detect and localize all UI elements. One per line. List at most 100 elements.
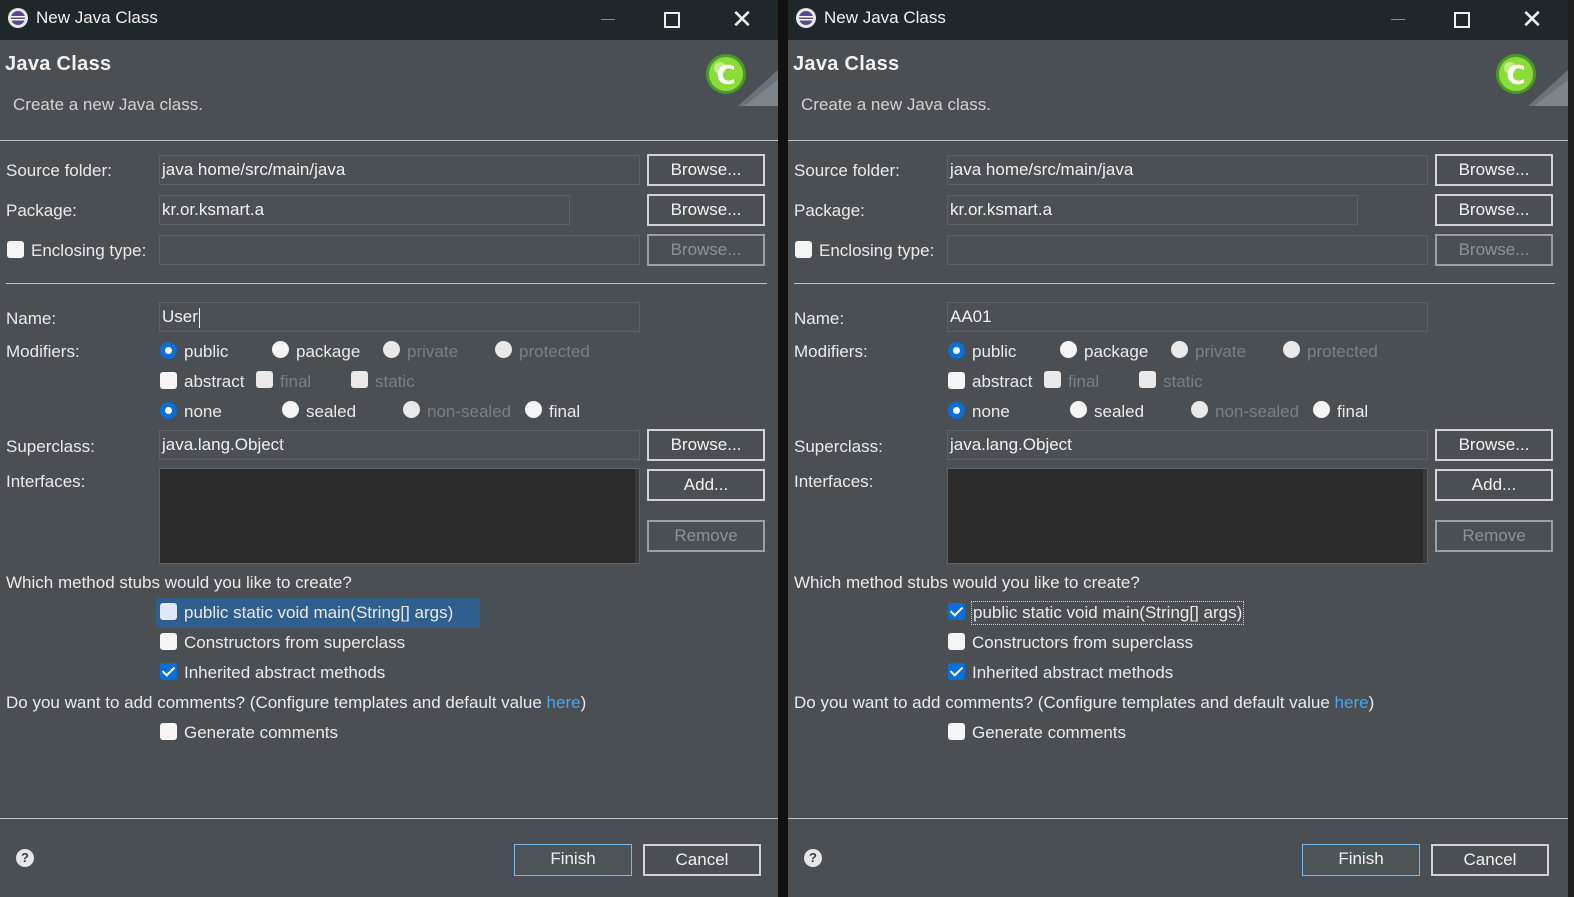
sealing-final-label: final [549,402,581,421]
modifier-public-radio[interactable] [160,342,177,359]
enclosing-browse-button[interactable]: Browse... [1435,234,1553,266]
sealing-none-radio[interactable] [948,402,965,419]
package-field[interactable]: kr.or.ksmart.a [159,195,570,225]
package-browse-button[interactable]: Browse... [1435,194,1553,226]
stub-main-checkbox[interactable] [948,603,965,620]
name-field[interactable]: AA01 [947,302,1428,332]
stub-constructors-checkbox[interactable] [160,633,177,650]
stubs-question: Which method stubs would you like to cre… [6,573,352,592]
stub-constructors-label: Constructors from superclass [972,633,1194,652]
modifier-final-checkbox[interactable] [1044,371,1061,388]
enclosing-type-field[interactable] [947,235,1428,265]
window-title: New Java Class [824,8,946,27]
superclass-field[interactable]: java.lang.Object [159,430,640,460]
help-icon[interactable]: ? [804,849,822,867]
stub-constructors-label: Constructors from superclass [184,633,406,652]
window-title: New Java Class [36,8,158,27]
enclosing-type-label: Enclosing type: [31,241,147,260]
modifier-abstract-label: abstract [184,372,245,391]
superclass-field[interactable]: java.lang.Object [947,430,1428,460]
sealing-sealed-radio[interactable] [1070,401,1087,418]
modifier-abstract-checkbox[interactable] [948,372,965,389]
sealing-non-sealed-radio[interactable] [403,401,420,418]
new-java-class-dialog-left: New Java Class ✕ Java Class Create a new… [0,0,778,897]
modifier-package-radio[interactable] [1060,341,1077,358]
superclass-browse-button[interactable]: Browse... [647,429,765,461]
interfaces-list[interactable] [947,468,1428,564]
name-field[interactable]: User [159,302,640,332]
interfaces-list-scrollbar[interactable] [1423,469,1427,563]
modifier-public-radio[interactable] [948,342,965,359]
cancel-button[interactable]: Cancel [1431,844,1549,876]
sealing-non-sealed-label: non-sealed [427,402,512,421]
source-folder-browse-button[interactable]: Browse... [1435,154,1553,186]
enclosing-type-field[interactable] [159,235,640,265]
maximize-icon[interactable] [1442,4,1482,34]
footer-separator [0,818,778,819]
modifier-private-label: private [407,342,459,361]
stub-main-checkbox[interactable] [160,603,177,620]
stub-inherited-checkbox[interactable] [948,663,965,680]
generate-comments-checkbox[interactable] [948,723,965,740]
interfaces-add-button[interactable]: Add... [647,469,765,501]
maximize-icon[interactable] [652,4,692,34]
modifier-protected-radio[interactable] [495,341,512,358]
interfaces-list-scrollbar[interactable] [635,469,639,563]
minimize-icon[interactable] [1378,4,1418,34]
interfaces-remove-button[interactable]: Remove [1435,520,1553,552]
sealing-none-radio[interactable] [160,402,177,419]
modifier-static-checkbox[interactable] [1139,371,1156,388]
modifier-final-label: final [1068,372,1100,391]
sealing-sealed-radio[interactable] [282,401,299,418]
page-description: Create a new Java class. [13,95,203,114]
stub-constructors-checkbox[interactable] [948,633,965,650]
finish-button[interactable]: Finish [514,844,632,876]
modifier-static-label: static [375,372,415,391]
finish-button[interactable]: Finish [1302,844,1420,876]
modifier-protected-radio[interactable] [1283,341,1300,358]
modifier-static-checkbox[interactable] [351,371,368,388]
modifier-final-checkbox[interactable] [256,371,273,388]
sealing-non-sealed-radio[interactable] [1191,401,1208,418]
generate-comments-label: Generate comments [184,723,339,742]
modifiers-label: Modifiers: [6,342,80,361]
sealing-final-radio[interactable] [525,401,542,418]
modifier-private-radio[interactable] [1171,341,1188,358]
interfaces-add-button[interactable]: Add... [1435,469,1553,501]
eclipse-icon [8,8,28,28]
comments-question: Do you want to add comments? (Configure … [6,693,586,713]
source-folder-field[interactable]: java home/src/main/java [159,155,640,185]
title-bar: New Java Class ✕ [0,0,778,40]
enclosing-type-checkbox[interactable] [795,241,812,258]
stub-inherited-checkbox[interactable] [160,663,177,680]
close-icon[interactable]: ✕ [722,4,762,34]
modifier-private-label: private [1195,342,1247,361]
java-class-icon: C [706,54,778,106]
generate-comments-checkbox[interactable] [160,723,177,740]
configure-templates-link[interactable]: here [547,693,581,712]
close-icon[interactable]: ✕ [1512,4,1552,34]
package-browse-button[interactable]: Browse... [647,194,765,226]
enclosing-type-checkbox[interactable] [7,241,24,258]
modifier-abstract-checkbox[interactable] [160,372,177,389]
minimize-icon[interactable] [588,4,628,34]
interfaces-remove-button[interactable]: Remove [647,520,765,552]
modifier-private-radio[interactable] [383,341,400,358]
eclipse-icon [796,8,816,28]
help-icon[interactable]: ? [16,849,34,867]
modifier-final-label: final [280,372,312,391]
superclass-browse-button[interactable]: Browse... [1435,429,1553,461]
source-folder-browse-button[interactable]: Browse... [647,154,765,186]
package-field[interactable]: kr.or.ksmart.a [947,195,1358,225]
enclosing-browse-button[interactable]: Browse... [647,234,765,266]
section-separator [6,283,767,284]
interfaces-list[interactable] [159,468,640,564]
source-folder-field[interactable]: java home/src/main/java [947,155,1428,185]
cancel-button[interactable]: Cancel [643,844,761,876]
package-label: Package: [6,201,77,220]
sealing-non-sealed-label: non-sealed [1215,402,1300,421]
configure-templates-link[interactable]: here [1335,693,1369,712]
modifier-package-radio[interactable] [272,341,289,358]
sealing-final-radio[interactable] [1313,401,1330,418]
text-cursor [198,307,200,328]
